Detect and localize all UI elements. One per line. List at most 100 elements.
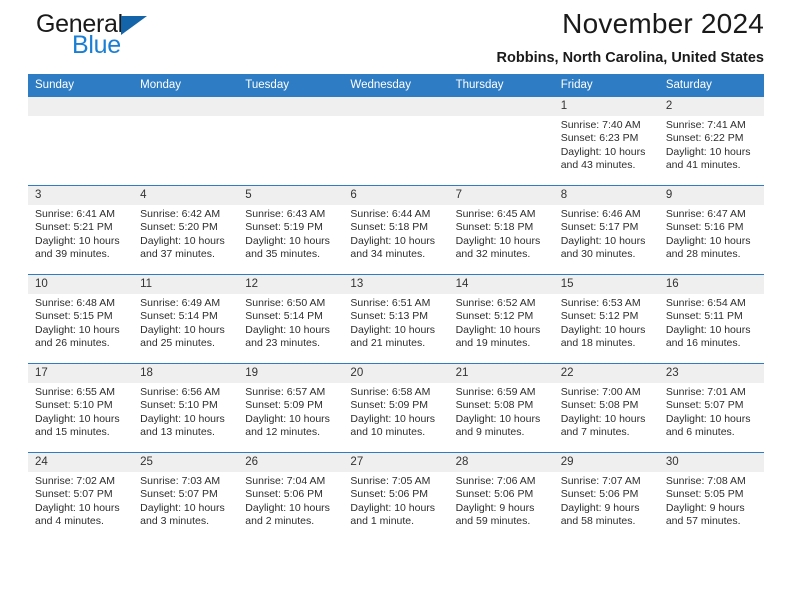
day-number: 29 (560, 456, 574, 468)
page-header: General Blue November 2024 Robbins, Nort… (28, 0, 764, 74)
sunrise-text: Sunrise: 6:46 AM (560, 208, 641, 220)
day-cell[interactable]: Sunrise: 6:53 AM Sunset: 5:12 PM Dayligh… (554, 294, 659, 363)
sunrise-text: Sunrise: 7:05 AM (350, 475, 431, 487)
day-cell[interactable]: Sunrise: 6:46 AM Sunset: 5:17 PM Dayligh… (554, 205, 659, 274)
day-cell[interactable] (133, 116, 238, 185)
day-cell[interactable]: Sunrise: 6:55 AM Sunset: 5:10 PM Dayligh… (28, 383, 133, 452)
daylight-text-line1: Daylight: 10 hours (455, 412, 541, 425)
day-cell[interactable]: Sunrise: 6:51 AM Sunset: 5:13 PM Dayligh… (343, 294, 448, 363)
sunrise-text: Sunrise: 6:52 AM (455, 297, 536, 309)
sunset-text: Sunset: 5:15 PM (35, 310, 113, 323)
day-cell[interactable]: Sunrise: 7:04 AM Sunset: 5:06 PM Dayligh… (238, 472, 343, 541)
day-cell[interactable]: Sunrise: 6:59 AM Sunset: 5:08 PM Dayligh… (449, 383, 554, 452)
sunrise-text: Sunrise: 7:08 AM (665, 475, 746, 487)
day-cell[interactable]: Sunrise: 7:06 AM Sunset: 5:06 PM Dayligh… (449, 472, 554, 541)
sunrise-text: Sunrise: 6:44 AM (350, 208, 431, 220)
daylight-text-line2: and 18 minutes. (560, 337, 636, 350)
calendar-week-row: 3 4 5 6 7 8 9 Sunrise: 6:41 AM Sunset: 5… (28, 185, 764, 274)
sunset-text: Sunset: 5:13 PM (350, 310, 429, 323)
calendar-grid: Sunday Monday Tuesday Wednesday Thursday… (28, 74, 764, 541)
day-cell[interactable]: Sunrise: 6:43 AM Sunset: 5:19 PM Dayligh… (238, 205, 343, 274)
sunset-text: Sunset: 5:21 PM (35, 221, 113, 234)
daylight-text-line2: and 35 minutes. (245, 248, 320, 261)
day-cell[interactable] (238, 116, 343, 185)
day-number: 3 (35, 189, 42, 201)
sunset-text: Sunset: 5:19 PM (245, 221, 323, 234)
weekday-header-thursday: Thursday (455, 79, 504, 91)
day-cell[interactable]: Sunrise: 7:02 AM Sunset: 5:07 PM Dayligh… (28, 472, 133, 541)
day-cell[interactable]: Sunrise: 6:50 AM Sunset: 5:14 PM Dayligh… (238, 294, 343, 363)
daylight-text-line2: and 3 minutes. (140, 515, 210, 528)
daylight-text-line1: Daylight: 10 hours (665, 412, 751, 425)
brand-logo[interactable]: General Blue (36, 12, 236, 66)
daylight-text-line1: Daylight: 9 hours (665, 501, 745, 514)
daylight-text-line2: and 34 minutes. (350, 248, 426, 261)
daylight-text-line2: and 13 minutes. (140, 426, 215, 439)
day-cell[interactable]: Sunrise: 7:01 AM Sunset: 5:07 PM Dayligh… (659, 383, 764, 452)
day-number: 24 (35, 456, 48, 468)
day-cell[interactable]: Sunrise: 6:54 AM Sunset: 5:11 PM Dayligh… (659, 294, 764, 363)
day-cell[interactable]: Sunrise: 6:41 AM Sunset: 5:21 PM Dayligh… (28, 205, 133, 274)
day-cell[interactable]: Sunrise: 6:47 AM Sunset: 5:16 PM Dayligh… (659, 205, 764, 274)
day-cell[interactable]: Sunrise: 6:42 AM Sunset: 5:20 PM Dayligh… (133, 205, 238, 274)
daylight-text-line1: Daylight: 10 hours (35, 234, 120, 247)
daylight-text-line2: and 2 minutes. (245, 515, 315, 528)
day-cell[interactable]: Sunrise: 7:05 AM Sunset: 5:06 PM Dayligh… (343, 472, 448, 541)
sunrise-text: Sunrise: 6:59 AM (455, 386, 536, 398)
day-cell[interactable]: Sunrise: 7:40 AM Sunset: 6:23 PM Dayligh… (554, 116, 659, 185)
day-cell[interactable] (28, 116, 133, 185)
daylight-text-line1: Daylight: 9 hours (455, 501, 535, 514)
day-number: 25 (140, 456, 153, 468)
day-cell[interactable]: Sunrise: 6:44 AM Sunset: 5:18 PM Dayligh… (343, 205, 448, 274)
sunrise-text: Sunrise: 6:51 AM (350, 297, 431, 309)
day-cell[interactable]: Sunrise: 6:45 AM Sunset: 5:18 PM Dayligh… (449, 205, 554, 274)
sunrise-text: Sunrise: 6:54 AM (665, 297, 746, 309)
daylight-text-line2: and 25 minutes. (140, 337, 215, 350)
day-cell[interactable] (343, 116, 448, 185)
day-cell[interactable]: Sunrise: 7:00 AM Sunset: 5:08 PM Dayligh… (554, 383, 659, 452)
daylight-text-line1: Daylight: 10 hours (455, 234, 541, 247)
daylight-text-line1: Daylight: 10 hours (35, 501, 120, 514)
daylight-text-line1: Daylight: 10 hours (140, 234, 225, 247)
sunrise-text: Sunrise: 6:55 AM (35, 386, 115, 398)
sunset-text: Sunset: 5:06 PM (245, 488, 323, 501)
sunset-text: Sunset: 5:16 PM (665, 221, 744, 234)
page-title: November 2024 (562, 8, 764, 39)
daylight-text-line2: and 15 minutes. (35, 426, 110, 439)
sunrise-text: Sunrise: 7:07 AM (560, 475, 641, 487)
sunset-text: Sunset: 5:08 PM (455, 399, 534, 412)
weekday-header-monday: Monday (140, 79, 182, 91)
sunrise-text: Sunrise: 6:45 AM (455, 208, 536, 220)
sunrise-text: Sunrise: 6:58 AM (350, 386, 431, 398)
day-cell[interactable] (449, 116, 554, 185)
day-cell[interactable]: Sunrise: 7:08 AM Sunset: 5:05 PM Dayligh… (659, 472, 764, 541)
daylight-text-line2: and 37 minutes. (140, 248, 215, 261)
sunrise-text: Sunrise: 6:50 AM (245, 297, 326, 309)
day-cell[interactable]: Sunrise: 6:49 AM Sunset: 5:14 PM Dayligh… (133, 294, 238, 363)
daylight-text-line2: and 4 minutes. (35, 515, 104, 528)
day-number-band: 17 18 19 20 21 22 23 (28, 364, 764, 383)
sunset-text: Sunset: 5:07 PM (35, 488, 113, 501)
sunrise-text: Sunrise: 7:06 AM (455, 475, 536, 487)
day-number-band: 10 11 12 13 14 15 16 (28, 275, 764, 294)
sunset-text: Sunset: 5:07 PM (665, 399, 744, 412)
sunset-text: Sunset: 5:11 PM (665, 310, 743, 323)
day-cell[interactable]: Sunrise: 7:03 AM Sunset: 5:07 PM Dayligh… (133, 472, 238, 541)
day-cell[interactable]: Sunrise: 6:52 AM Sunset: 5:12 PM Dayligh… (449, 294, 554, 363)
day-number (343, 97, 448, 116)
weekday-header-wednesday: Wednesday (350, 79, 411, 91)
daylight-text-line2: and 9 minutes. (455, 426, 525, 439)
sunset-text: Sunset: 5:14 PM (245, 310, 323, 323)
day-cell[interactable]: Sunrise: 6:48 AM Sunset: 5:15 PM Dayligh… (28, 294, 133, 363)
day-cell[interactable]: Sunrise: 6:57 AM Sunset: 5:09 PM Dayligh… (238, 383, 343, 452)
day-cell[interactable]: Sunrise: 7:07 AM Sunset: 5:06 PM Dayligh… (554, 472, 659, 541)
day-number-band: 1 2 (28, 97, 764, 116)
day-cell[interactable]: Sunrise: 6:56 AM Sunset: 5:10 PM Dayligh… (133, 383, 238, 452)
day-number (133, 97, 238, 116)
sunset-text: Sunset: 5:07 PM (140, 488, 218, 501)
day-cell[interactable]: Sunrise: 7:41 AM Sunset: 6:22 PM Dayligh… (659, 116, 764, 185)
sunset-text: Sunset: 5:06 PM (560, 488, 639, 501)
day-cell[interactable]: Sunrise: 6:58 AM Sunset: 5:09 PM Dayligh… (343, 383, 448, 452)
sunset-text: Sunset: 5:08 PM (560, 399, 639, 412)
daylight-text-line2: and 32 minutes. (455, 248, 531, 261)
